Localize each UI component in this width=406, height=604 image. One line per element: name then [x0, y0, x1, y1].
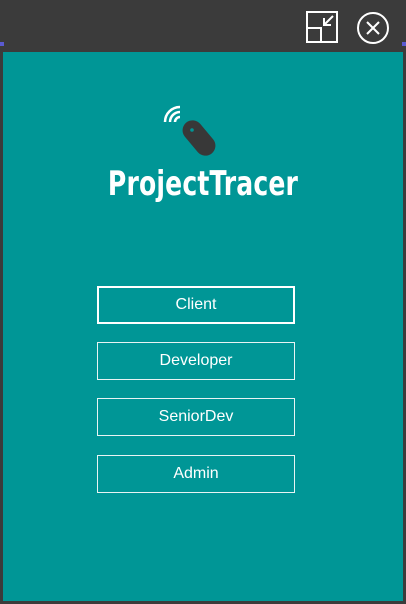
close-button[interactable]	[356, 11, 390, 45]
role-button-seniordev[interactable]: SeniorDev	[97, 398, 295, 436]
window-accent-left	[0, 42, 4, 46]
restore-down-icon	[306, 11, 338, 43]
title-bar	[0, 0, 406, 52]
wireless-mouse-icon	[163, 104, 223, 160]
content-panel: ProjectTracer Client Developer SeniorDev…	[3, 52, 403, 601]
role-button-admin[interactable]: Admin	[97, 455, 295, 493]
window-accent-right	[402, 42, 406, 46]
close-icon	[357, 12, 389, 44]
role-button-client[interactable]: Client	[97, 286, 295, 324]
app-title: ProjectTracer	[107, 164, 299, 204]
login-window: ProjectTracer Client Developer SeniorDev…	[0, 0, 406, 604]
role-button-developer[interactable]: Developer	[97, 342, 295, 380]
restore-down-button[interactable]	[304, 10, 340, 44]
